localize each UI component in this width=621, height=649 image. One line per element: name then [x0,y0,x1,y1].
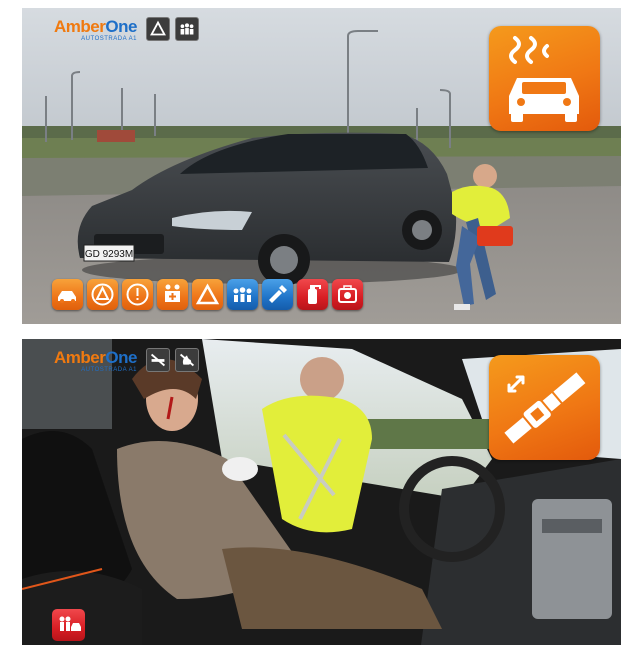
car-fumes-icon [509,36,579,122]
no-smoking-icon [150,353,166,367]
toolbar-first-aid-kit-button[interactable] [332,279,363,310]
scene-panel-roadside: GD 9293M AmberOne AUTOSTRADA A1 [22,8,621,324]
people-group-icon [233,287,252,302]
toolbar-car-crash-button[interactable] [52,279,83,310]
amberone-logo: AmberOne AUTOSTRADA A1 [54,18,137,42]
warning-triangle-circle-icon [91,283,114,306]
car-fumes-big-icon [489,26,600,131]
exclamation-circle-icon [126,283,149,306]
logo-brand-prefix: Amber [54,348,106,367]
flashlight-icon [269,285,287,303]
toolbar-fire-extinguisher-button[interactable] [297,279,328,310]
car-crash-icon [58,291,76,303]
toolbar-flashlight-button[interactable] [262,279,293,310]
toolbar-warning-triangle-button[interactable] [192,279,223,310]
people-car-icon [59,616,81,631]
warning-triangle-icon [150,20,166,36]
logo-subtitle: AUTOSTRADA A1 [81,367,137,373]
warning-triangle-icon [195,283,220,305]
toolbar-warning-circle-button[interactable] [87,279,118,310]
toolbar-people-group-button[interactable] [227,279,258,310]
toolbar-first-aid-people-button[interactable] [157,279,188,310]
logo-brand-suffix: One [105,348,137,367]
first-aid-people-icon [165,284,180,302]
logo-subtitle: AUTOSTRADA A1 [81,36,137,42]
no-fire-icon [179,353,195,367]
logo-brand-prefix: Amber [54,17,106,36]
toolbar-exclamation-button[interactable] [122,279,153,310]
seatbelt-unbuckle-icon [504,372,586,444]
amberone-logo: AmberOne AUTOSTRADA A1 [54,349,137,373]
no-smoking-button[interactable] [146,348,170,372]
warning-triangle-button[interactable] [146,17,170,41]
no-fire-button[interactable] [175,348,199,372]
first-aid-kit-icon [338,285,357,303]
logo-brand-suffix: One [105,17,137,36]
fire-extinguisher-icon [308,285,321,304]
scene-panel-car-interior: AmberOne AUTOSTRADA A1 [22,339,621,645]
seatbelt-big-icon [489,355,600,460]
people-group-button[interactable] [175,17,199,41]
license-plate-text: GD 9293M [85,249,133,260]
people-group-icon [180,23,194,35]
people-car-button[interactable] [52,609,85,641]
